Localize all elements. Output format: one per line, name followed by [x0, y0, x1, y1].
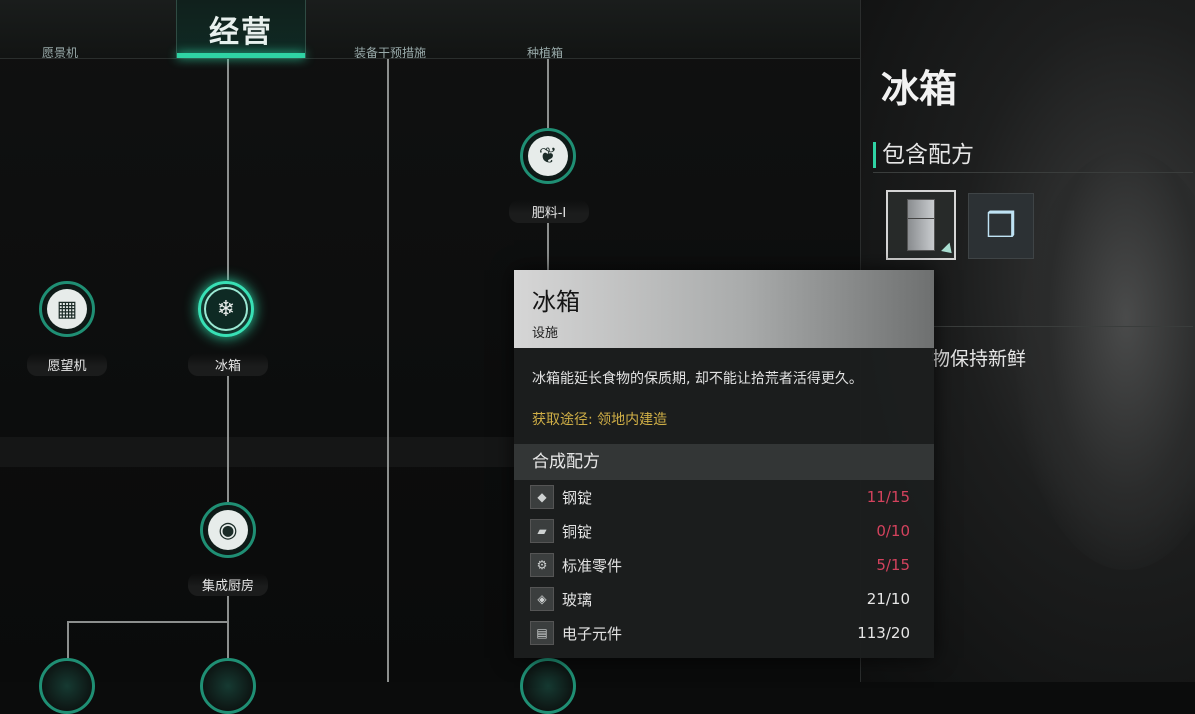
material-count: 21/10: [866, 590, 910, 608]
material-row: ◈ 玻璃 21/10: [514, 582, 934, 616]
item-tooltip: 冰箱 设施 冰箱能延长食物的保质期, 却不能让拾荒者活得更久。 获取途径: 领地…: [514, 270, 934, 658]
glass-icon: ◈: [530, 587, 554, 611]
tech-node-kitchen[interactable]: ◉: [200, 502, 256, 558]
connector-line: [227, 592, 229, 662]
connector-line: [387, 58, 389, 682]
tech-node-partial[interactable]: [200, 658, 256, 714]
tab-partial[interactable]: 装备干预措施: [330, 44, 450, 58]
tab-partial[interactable]: 愿景机: [30, 44, 90, 58]
material-count: 113/20: [857, 624, 910, 642]
material-row: ◆ 钢锭 11/15: [514, 480, 934, 514]
detail-description-partial: 物保持新鲜: [931, 348, 1027, 370]
material-name: 电子元件: [562, 624, 623, 643]
tooltip-source: 获取途径: 领地内建造: [532, 412, 668, 428]
tooltip-item-name: 冰箱: [532, 288, 580, 316]
connector-line: [67, 621, 229, 623]
creature-artwork: [1016, 150, 1195, 570]
connector-line: [547, 218, 549, 270]
connector-line: [227, 370, 229, 502]
fertilizer-bag-icon: ❦: [528, 136, 568, 176]
tab-partial[interactable]: 种植箱: [510, 44, 580, 58]
recipe-item-fridge[interactable]: [886, 190, 956, 260]
tab-active[interactable]: 经营: [176, 0, 306, 58]
cursor-icon: [941, 242, 956, 258]
tooltip-recipe-heading: 合成配方: [514, 444, 934, 480]
tech-node-wish-machine[interactable]: ▦: [39, 281, 95, 337]
tech-node-fridge[interactable]: ❄: [198, 281, 254, 337]
steel-ingot-icon: ◆: [530, 485, 554, 509]
ice-cubes-icon: ❒: [985, 206, 1017, 246]
material-count: 11/15: [866, 488, 910, 506]
contained-recipes-heading: 包含配方: [873, 142, 974, 168]
material-row: ▤ 电子元件 113/20: [514, 616, 934, 650]
connector-line: [547, 58, 549, 130]
material-row: ▰ 铜锭 0/10: [514, 514, 934, 548]
tech-node-kitchen-label: 集成厨房: [188, 573, 268, 596]
material-row: ⚙ 标准零件 5/15: [514, 548, 934, 582]
tech-node-fertilizer-label: 肥料-I: [509, 200, 589, 223]
tooltip-description: 冰箱能延长食物的保质期, 却不能让拾荒者活得更久。: [532, 371, 863, 387]
detail-title: 冰箱: [881, 67, 958, 111]
connector-line: [227, 58, 229, 280]
fridge-icon: [907, 199, 935, 251]
fridge-snowflake-icon: ❄: [204, 287, 248, 331]
material-name: 标准零件: [562, 556, 623, 575]
electronic-component-icon: ▤: [530, 621, 554, 645]
tech-node-fridge-label: 冰箱: [188, 353, 268, 376]
material-name: 玻璃: [562, 590, 593, 609]
tech-node-partial[interactable]: [520, 658, 576, 714]
tech-node-fertilizer[interactable]: ❦: [520, 128, 576, 184]
material-count: 0/10: [876, 522, 910, 540]
recipe-item-ice[interactable]: ❒: [968, 193, 1034, 259]
divider: [873, 172, 1193, 173]
material-count: 5/15: [876, 556, 910, 574]
standard-parts-icon: ⚙: [530, 553, 554, 577]
frying-pan-icon: ◉: [208, 510, 248, 550]
tooltip-item-category: 设施: [532, 326, 559, 341]
material-name: 铜锭: [562, 522, 593, 541]
wish-machine-icon: ▦: [47, 289, 87, 329]
tech-node-wish-machine-label: 愿望机: [27, 353, 107, 376]
material-name: 钢锭: [562, 488, 593, 507]
tab-active-label: 经营: [209, 15, 273, 50]
tooltip-header: 冰箱 设施: [514, 270, 934, 348]
tech-node-partial[interactable]: [39, 658, 95, 714]
copper-ingot-icon: ▰: [530, 519, 554, 543]
